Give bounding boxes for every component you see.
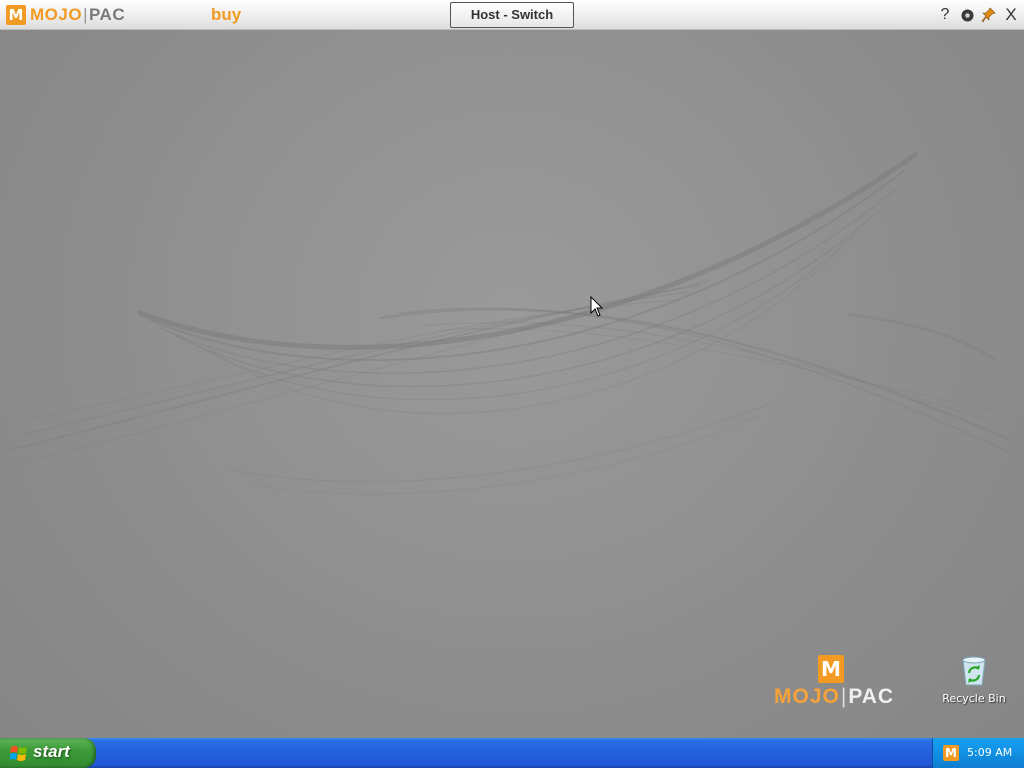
logo-separator: | — [840, 685, 848, 708]
host-switch-button[interactable]: Host - Switch — [450, 2, 574, 28]
desktop-screen: M MOJO | PAC buy Host - Switch ? X M MOJ… — [0, 0, 1024, 768]
mojopac-logo: M MOJO | PAC — [6, 4, 125, 26]
logo-mojo-text: MOJO — [30, 5, 83, 24]
start-label: start — [33, 742, 70, 761]
close-icon[interactable]: X — [1004, 5, 1018, 24]
mojopac-top-bar: M MOJO | PAC buy Host - Switch ? X — [0, 0, 1024, 30]
top-bar-controls: ? X — [938, 4, 1018, 26]
desktop-mojopac-logo: M MOJO|PAC — [772, 655, 898, 715]
settings-icon[interactable] — [960, 6, 974, 24]
recycle-bin-desktop-icon[interactable]: Recycle Bin — [940, 655, 1008, 709]
logo-separator: | — [83, 5, 88, 24]
mouse-pointer-icon — [590, 296, 604, 317]
buy-link[interactable]: buy — [211, 5, 241, 25]
start-button[interactable]: start — [0, 738, 96, 768]
mojopac-logo-icon: M — [818, 655, 844, 683]
help-icon[interactable]: ? — [938, 6, 952, 24]
recycle-bin-icon — [962, 656, 986, 686]
windows-flag-icon — [10, 746, 27, 761]
wallpaper-swoosh — [9, 152, 1016, 495]
clock[interactable]: 5:09 AM — [967, 746, 1012, 759]
mojopac-tray-icon[interactable]: M — [943, 745, 959, 761]
taskbar: start M 5:09 AM — [0, 738, 1024, 768]
logo-pac-text: PAC — [88, 5, 126, 24]
recycle-bin-label: Recycle Bin — [942, 692, 1006, 705]
pin-icon[interactable] — [982, 6, 996, 24]
logo-mojo-text: MOJO — [774, 685, 840, 708]
logo-pac-text: PAC — [848, 685, 895, 708]
mojopac-logo-icon: M — [6, 5, 26, 25]
system-tray: M 5:09 AM — [932, 738, 1024, 768]
